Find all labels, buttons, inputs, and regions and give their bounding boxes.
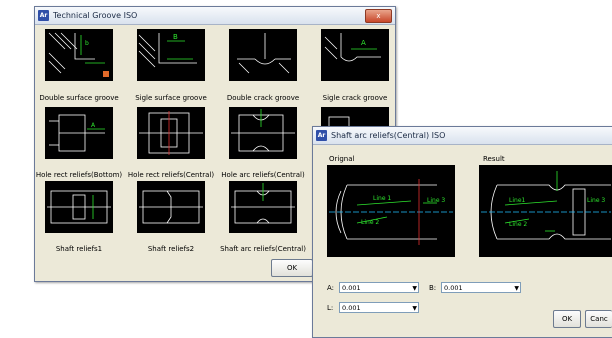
l-value: 0.001 [342,304,361,312]
original-preview: Line 1 Line 2 Line 3 [327,165,455,257]
a-value: 0.001 [342,284,361,292]
l-combobox[interactable]: 0.001 ▼ [339,302,419,313]
b-value: 0.001 [444,284,463,292]
svg-text:A: A [361,39,366,47]
chevron-down-icon: ▼ [412,305,417,312]
groove-ok-button[interactable]: OK [271,259,313,277]
groove-label-single-surface: Sigle surface groove [135,94,207,102]
app-icon: Ar [316,130,327,141]
groove-thumb-single-crack[interactable]: A [321,29,389,81]
groove-thumb-hole-rect-central[interactable] [137,107,205,159]
groove-titlebar[interactable]: Ar Technical Groove ISO x [35,7,395,25]
res-line2-label: Line 2 [509,221,528,228]
groove-dialog-title: Technical Groove ISO [53,11,138,20]
result-group-label: Result [483,155,505,163]
shaft-titlebar[interactable]: Ar Shaft arc reliefs(Central) ISO [313,127,612,145]
original-group-label: Orignal [329,155,355,163]
groove-label-hole-arc-central: Hole arc reliefs(Central) [221,171,305,179]
orig-line1-label: Line 1 [373,195,392,202]
l-label: L: [327,304,334,312]
groove-thumb-double-crack[interactable] [229,29,297,81]
a-combobox[interactable]: 0.001 ▼ [339,282,419,293]
groove-label-single-crack: Sigle crack groove [322,94,388,102]
groove-label-shaft-reliefs2: Shaft reliefs2 [147,245,195,253]
groove-thumb-single-surface[interactable]: B [137,29,205,81]
groove-label-double-surface: Double surface groove [39,94,119,102]
shaft-dialog: Ar Shaft arc reliefs(Central) ISO Origna… [312,126,612,338]
chevron-down-icon: ▼ [412,285,417,292]
shaft-dialog-title: Shaft arc reliefs(Central) ISO [331,131,446,140]
svg-text:A: A [91,122,96,129]
shaft-ok-button[interactable]: OK [553,310,581,328]
res-line3-label: Line 3 [587,197,606,204]
chevron-down-icon: ▼ [514,285,519,292]
b-label: B: [429,284,437,292]
a-label: A: [327,284,335,292]
groove-thumb-hole-rect-bottom[interactable]: A [45,107,113,159]
res-line1-label: Line1 [509,197,526,204]
close-button[interactable]: x [365,9,392,23]
b-combobox[interactable]: 0.001 ▼ [441,282,521,293]
groove-thumb-shaft-reliefs2[interactable] [137,181,205,233]
app-icon: Ar [38,10,49,21]
groove-label-hole-rect-bottom: Hole rect reliefs(Bottom) [35,171,123,179]
orig-line3-label: Line 3 [427,197,446,204]
close-icon: x [376,12,381,20]
groove-thumb-shaft-arc-central[interactable] [229,181,297,233]
shaft-cancel-button[interactable]: Canc [585,310,612,328]
groove-label-hole-rect-central: Hole rect reliefs(Central) [127,171,215,179]
svg-text:B: B [173,33,178,41]
groove-label-double-crack: Double crack groove [226,94,300,102]
groove-thumb-double-surface[interactable]: b [45,29,113,81]
groove-thumb-shaft-reliefs1[interactable] [45,181,113,233]
groove-label-shaft-arc-central: Shaft arc reliefs(Central) [220,245,306,253]
result-preview: Line1 Line 2 Line 3 [479,165,612,257]
groove-label-shaft-reliefs1: Shaft reliefs1 [55,245,103,253]
orig-line2-label: Line 2 [361,219,380,226]
groove-thumb-hole-arc-central[interactable] [229,107,297,159]
svg-text:b: b [85,40,89,47]
